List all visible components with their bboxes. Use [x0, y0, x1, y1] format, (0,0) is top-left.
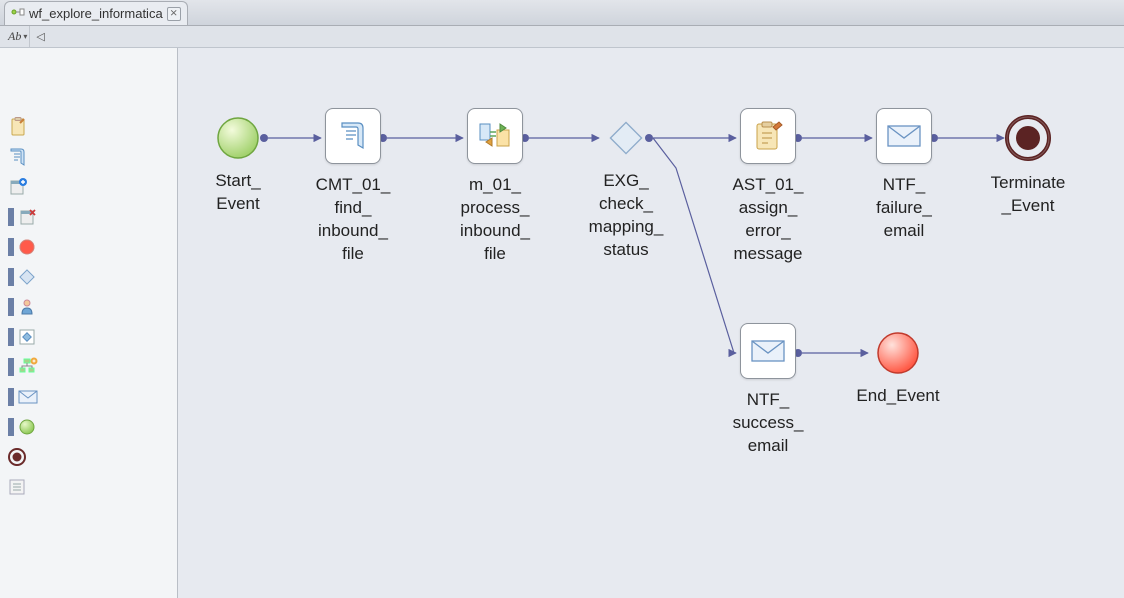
scroll-script-icon	[336, 119, 370, 153]
end-event-icon	[876, 331, 920, 375]
tab-close-icon[interactable]: ⨯	[167, 7, 181, 21]
clipboard-edit-icon	[751, 119, 785, 153]
palette-green-dot-icon[interactable]	[6, 416, 46, 438]
node-label: Terminate _Event	[991, 172, 1066, 218]
app-root: wf_explore_informatica ⨯ Ab ▾ ◁	[0, 0, 1124, 598]
node-end-event[interactable]: End_Event	[838, 331, 958, 408]
diamond-gateway-icon	[606, 118, 646, 158]
palette-red-dot-icon[interactable]	[6, 236, 46, 258]
palette-list-icon[interactable]	[6, 476, 46, 498]
node-notification-success[interactable]: NTF_ success_ email	[708, 323, 828, 458]
mapping-icon	[477, 118, 513, 154]
palette-boxed-diamond-icon[interactable]	[6, 326, 46, 348]
start-event-icon	[216, 116, 260, 160]
tab-title: wf_explore_informatica	[29, 6, 163, 21]
palette-db-x-icon[interactable]	[6, 206, 46, 228]
palette-human-icon[interactable]	[6, 296, 46, 318]
mail-icon	[750, 337, 786, 365]
node-label: End_Event	[856, 385, 939, 408]
editor: Ab ▾ ◁	[0, 26, 1124, 598]
mini-toolbar: Ab ▾ ◁	[0, 26, 1124, 48]
palette-assignment-icon[interactable]	[6, 116, 46, 138]
node-label: AST_01_ assign_ error_ message	[733, 174, 804, 266]
tab-bar: wf_explore_informatica ⨯	[0, 0, 1124, 26]
palette-command-icon[interactable]	[6, 146, 46, 168]
node-assignment-task[interactable]: AST_01_ assign_ error_ message	[708, 108, 828, 266]
node-label: NTF_ failure_ email	[876, 174, 932, 243]
palette-db-plus-icon[interactable]	[6, 176, 46, 198]
node-label: CMT_01_ find_ inbound_ file	[316, 174, 391, 266]
node-label: NTF_ success_ email	[733, 389, 804, 458]
node-terminate-event[interactable]: Terminate _Event	[968, 114, 1088, 218]
back-arrow-icon[interactable]: ◁	[36, 30, 44, 43]
mail-icon	[886, 122, 922, 150]
label-font-dropdown[interactable]: Ab ▾	[6, 26, 30, 47]
node-command-task[interactable]: CMT_01_ find_ inbound_ file	[293, 108, 413, 266]
workflow-tab-icon	[11, 5, 25, 22]
tab-workflow[interactable]: wf_explore_informatica ⨯	[4, 1, 188, 25]
terminate-event-icon	[1004, 114, 1052, 162]
palette-mail-icon[interactable]	[6, 386, 46, 408]
workflow-canvas[interactable]: Start_ Event CMT_01_ find_ inbound_ file	[178, 48, 1124, 598]
palette-terminate-dot-icon[interactable]	[6, 446, 46, 468]
ab-label: Ab	[8, 29, 21, 44]
node-mapping-task[interactable]: m_01_ process_ inbound_ file	[435, 108, 555, 266]
palette-diamond-icon[interactable]	[6, 266, 46, 288]
palette-sidebar	[0, 48, 178, 598]
node-label: Start_ Event	[215, 170, 260, 216]
node-label: EXG_ check_ mapping_ status	[589, 170, 664, 262]
node-notification-failure[interactable]: NTF_ failure_ email	[844, 108, 964, 243]
node-label: m_01_ process_ inbound_ file	[460, 174, 530, 266]
node-exclusive-gateway[interactable]: EXG_ check_ mapping_ status	[566, 116, 686, 262]
node-start-event[interactable]: Start_ Event	[178, 116, 298, 216]
chevron-down-icon: ▾	[23, 32, 27, 41]
palette-tree-plus-icon[interactable]	[6, 356, 46, 378]
